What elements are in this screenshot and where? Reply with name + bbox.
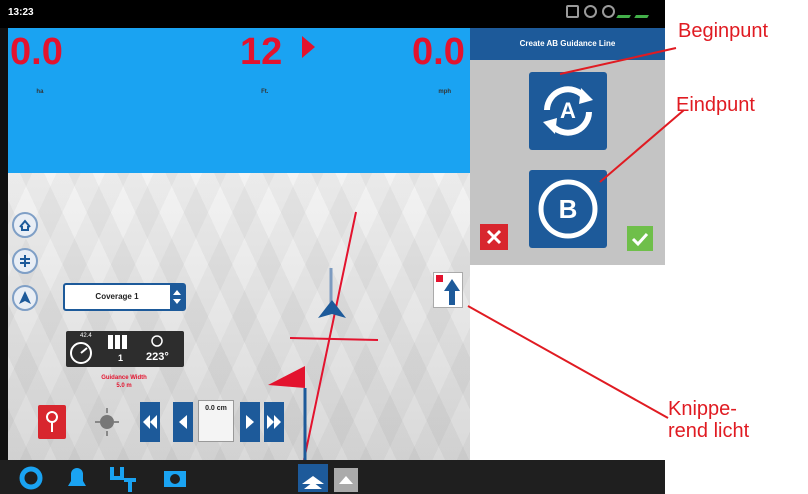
annotation-light-line1: Knippe- xyxy=(668,398,737,420)
end-leader-line xyxy=(599,109,685,183)
annotation-light: Knippe- rend licht xyxy=(668,398,749,442)
annotation-begin: Beginpunt xyxy=(678,20,769,42)
annotation-light-line2: rend licht xyxy=(668,420,750,442)
light-leader-line xyxy=(467,305,669,419)
begin-leader-line xyxy=(559,47,677,75)
annotation-end: Eindpunt xyxy=(676,94,755,116)
